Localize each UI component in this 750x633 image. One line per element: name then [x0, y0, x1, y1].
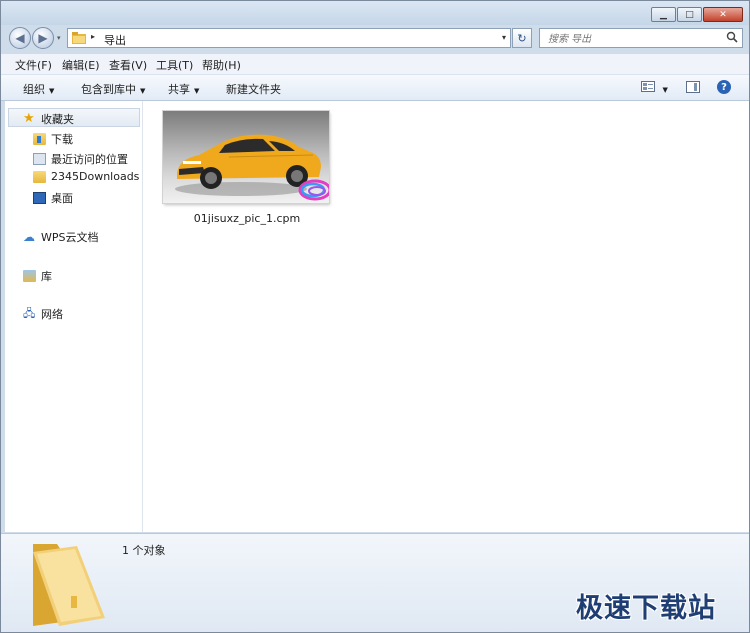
- file-name[interactable]: 01jisuxz_pic_1.cpm: [161, 212, 333, 225]
- organize-button[interactable]: 组织 ▼: [23, 81, 54, 97]
- menu-help[interactable]: 帮助(H): [202, 57, 241, 73]
- back-button[interactable]: ◀: [9, 27, 31, 49]
- nav-2345downloads-label: 2345Downloads: [51, 170, 140, 183]
- nav-libraries-label: 库: [41, 270, 52, 283]
- breadcrumb-separator[interactable]: ▸: [91, 32, 95, 41]
- recent-pages-dropdown[interactable]: ▾: [57, 34, 61, 42]
- explorer-window: ▁ □ ✕ ◀ ▶ ▾ ▸ 导出 ▾ ↻ 文件(F): [0, 0, 750, 633]
- nav-desktop[interactable]: 桌面: [33, 190, 73, 206]
- recent-places-icon: [33, 153, 46, 165]
- nav-network-label: 网络: [41, 308, 63, 321]
- title-bar: ▁ □ ✕: [1, 1, 749, 25]
- breadcrumb-export[interactable]: 导出: [104, 32, 126, 48]
- chevron-down-icon: ▼: [140, 87, 146, 95]
- chevron-down-icon: ▼: [662, 86, 668, 94]
- folder-icon: [72, 32, 86, 44]
- folder-icon: [33, 544, 105, 626]
- details-pane: 1 个对象 极速下载站: [1, 533, 749, 632]
- nav-wps-cloud[interactable]: ☁ WPS云文档: [23, 229, 99, 245]
- search-box[interactable]: [539, 28, 743, 48]
- address-bar[interactable]: ▸ 导出 ▾: [67, 28, 511, 48]
- nav-recent-places-label: 最近访问的位置: [51, 153, 128, 166]
- view-options-icon: [641, 81, 655, 92]
- folder-icon: [33, 170, 46, 183]
- nav-wps-cloud-label: WPS云文档: [41, 231, 99, 244]
- nav-recent-places[interactable]: 最近访问的位置: [33, 151, 128, 167]
- nav-2345downloads[interactable]: 2345Downloads: [33, 170, 139, 183]
- forward-button[interactable]: ▶: [32, 27, 54, 49]
- menu-edit[interactable]: 编辑(E): [62, 57, 100, 73]
- menu-file[interactable]: 文件(F): [15, 57, 52, 73]
- help-icon[interactable]: ?: [717, 80, 731, 94]
- chevron-down-icon: ▼: [49, 87, 55, 95]
- menu-tools[interactable]: 工具(T): [156, 57, 193, 73]
- change-view-button[interactable]: ▼: [641, 81, 668, 95]
- network-icon: 🖧: [23, 307, 36, 320]
- search-icon[interactable]: [726, 31, 738, 43]
- address-history-dropdown[interactable]: ▾: [502, 33, 506, 42]
- watermark-text: 极速下载站: [576, 593, 716, 624]
- command-bar: 组织 ▼ 包含到库中 ▼ 共享 ▼ 新建文件夹 ▼ ?: [1, 75, 749, 101]
- minimize-button[interactable]: ▁: [651, 7, 676, 22]
- share-label: 共享: [168, 83, 190, 96]
- app-badge-icon: [298, 179, 329, 201]
- file-thumbnail: [163, 111, 329, 203]
- navigation-pane: ★ 收藏夹 下载 最近访问的位置 2345Downloads 桌面 ☁ WPS云文档…: [5, 101, 143, 532]
- library-icon: [23, 270, 36, 282]
- new-folder-button[interactable]: 新建文件夹: [226, 81, 281, 97]
- share-button[interactable]: 共享 ▼: [168, 81, 199, 97]
- organize-label: 组织: [23, 83, 45, 96]
- address-row: ◀ ▶ ▾ ▸ 导出 ▾ ↻: [1, 25, 749, 51]
- downloads-folder-icon: [33, 133, 46, 145]
- nav-favorites-label: 收藏夹: [41, 113, 74, 126]
- preview-pane-button[interactable]: [686, 81, 700, 93]
- file-list[interactable]: 01jisuxz_pic_1.cpm: [143, 101, 749, 532]
- menu-view[interactable]: 查看(V): [109, 57, 147, 73]
- nav-network[interactable]: 🖧 网络: [23, 306, 63, 322]
- refresh-button[interactable]: ↻: [512, 28, 532, 48]
- maximize-button[interactable]: □: [677, 7, 702, 22]
- include-in-library-button[interactable]: 包含到库中 ▼: [81, 81, 145, 97]
- include-in-library-label: 包含到库中: [81, 83, 136, 96]
- close-button[interactable]: ✕: [703, 7, 743, 22]
- nav-favorites[interactable]: ★ 收藏夹: [23, 111, 74, 127]
- nav-downloads-label: 下载: [51, 133, 73, 146]
- item-count: 1 个对象: [122, 544, 166, 557]
- star-icon: ★: [23, 111, 35, 126]
- desktop-icon: [33, 192, 46, 204]
- cloud-icon: ☁: [23, 230, 35, 244]
- nav-downloads[interactable]: 下载: [33, 131, 73, 147]
- chevron-down-icon: ▼: [194, 87, 200, 95]
- search-input[interactable]: [546, 30, 720, 48]
- caption-buttons: ▁ □ ✕: [650, 7, 743, 22]
- file-item[interactable]: 01jisuxz_pic_1.cpm: [161, 109, 333, 227]
- nav-desktop-label: 桌面: [51, 192, 73, 205]
- menu-bar: 文件(F) 编辑(E) 查看(V) 工具(T) 帮助(H): [1, 54, 749, 75]
- nav-libraries[interactable]: 库: [23, 268, 52, 284]
